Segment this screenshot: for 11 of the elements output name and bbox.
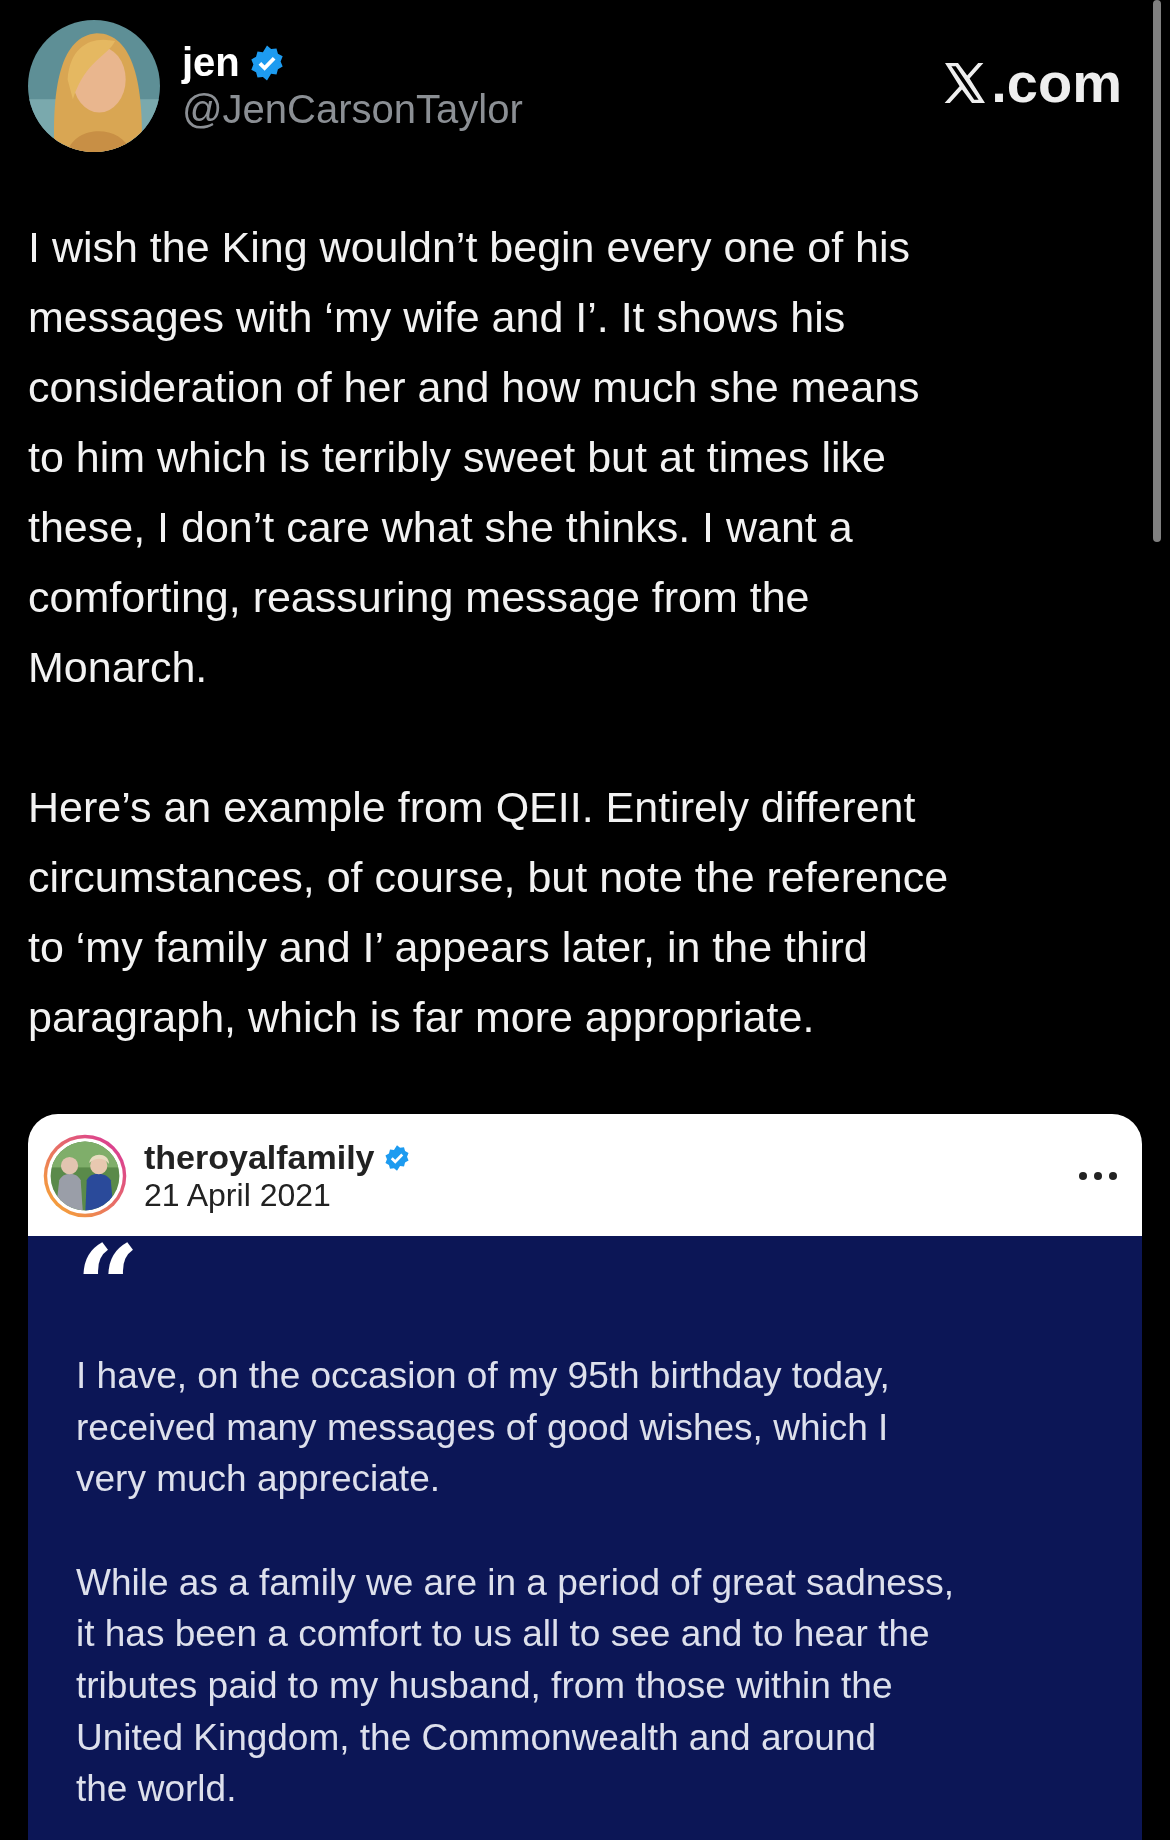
- post-text: Here’s an example from QEII. Entirely different circumstances, of course, but note the reference to ‘my family and I’ appears later, in the third paragraph, which is far more appropriate.: [28, 782, 950, 1043]
- post-date: 21 April 2021: [144, 1177, 332, 1214]
- quote-text: I have, on the occasion of my 95th birthday today, received many messages of good wishes, which I very much appreciate.: [76, 1354, 891, 1502]
- site-domain: .com: [991, 50, 1122, 115]
- user-name: jen: [182, 40, 240, 85]
- user-handle: @JenCarsonTaylor: [182, 87, 524, 132]
- account-name: theroyalfamily: [144, 1138, 375, 1177]
- post-text: I wish the King wouldn’t begin every one of his messages with ‘my wife and I’. It shows his consideration of her and how much she means to him which is terribly sweet but at times like these, I don’t care what she thinks. I want a comforting, reassuring message from the Monarch.: [28, 222, 921, 693]
- scroll-bar[interactable]: [1153, 0, 1161, 542]
- quote-text: While as a family we are in a period of great sadness, it has been a comfort to us all to see and to hear the tributes paid to my husband, from those within the United Kingdom, the Commonwealth and around the world.: [76, 1560, 956, 1812]
- more-options-icon[interactable]: [1078, 1171, 1118, 1181]
